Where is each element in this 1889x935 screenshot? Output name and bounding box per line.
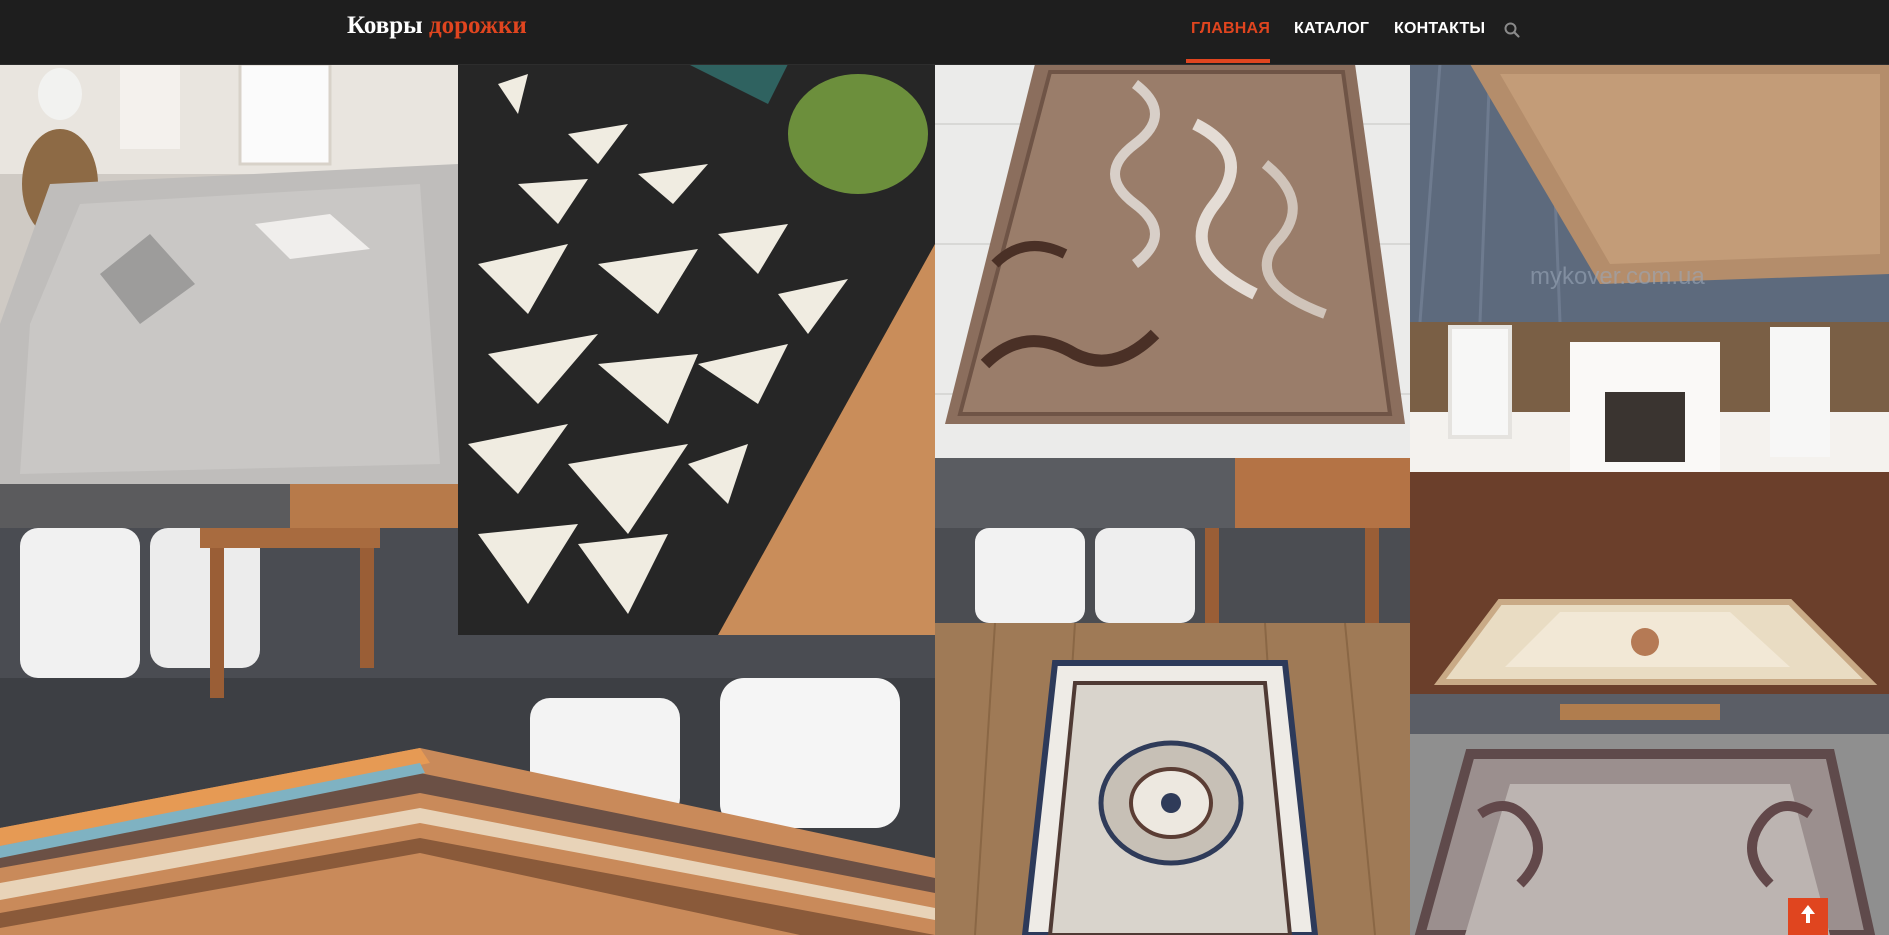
- site-logo[interactable]: Ковры дорожки: [347, 12, 527, 40]
- site-header: Ковры дорожки ГЛАВНАЯ КАТАЛОГ КОНТАКТЫ: [0, 0, 1889, 65]
- brown-swirl-rug-photo[interactable]: [935, 64, 1410, 458]
- fluffy-gray-rug-photo[interactable]: [0, 64, 458, 528]
- logo-main-text: Ковры: [347, 12, 423, 39]
- nav-active-indicator: [1186, 59, 1270, 63]
- medallion-rug-photo[interactable]: [935, 623, 1410, 935]
- nav-contacts[interactable]: КОНТАКТЫ: [1394, 20, 1485, 38]
- rug-gallery: mykover.com.ua: [0, 64, 1889, 935]
- logo-accent-text: дорожки: [428, 12, 527, 39]
- search-icon[interactable]: [1503, 21, 1521, 39]
- arrow-up-icon: [1799, 903, 1817, 930]
- watermark-text: mykover.com.ua: [1530, 263, 1705, 290]
- white-chairs-rug-photo[interactable]: [935, 458, 1410, 623]
- scroll-to-top-button[interactable]: [1788, 898, 1828, 935]
- nav-catalog[interactable]: КАТАЛОГ: [1294, 20, 1369, 38]
- beige-shag-rug-photo[interactable]: mykover.com.ua: [1410, 64, 1889, 322]
- classic-beige-rug-room-photo[interactable]: [1410, 322, 1889, 694]
- black-triangle-rug-photo[interactable]: [458, 64, 935, 635]
- nav-home[interactable]: ГЛАВНАЯ: [1191, 20, 1270, 38]
